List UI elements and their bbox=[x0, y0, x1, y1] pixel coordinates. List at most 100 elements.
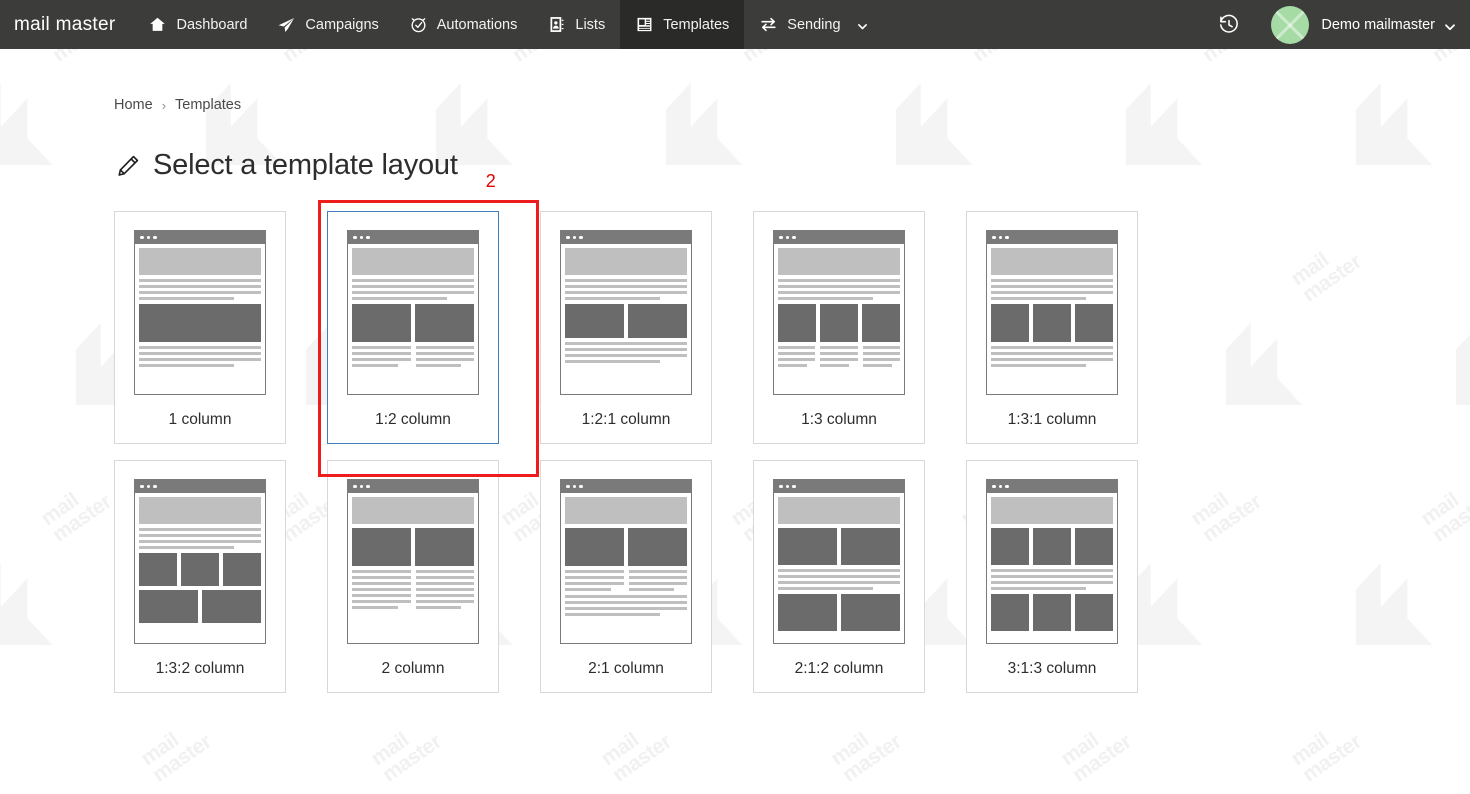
nav-item-label: Templates bbox=[663, 16, 730, 33]
mock-text-line bbox=[991, 297, 1087, 300]
nav-item-templates[interactable]: Templates bbox=[620, 0, 745, 49]
template-card-label: 3:1:3 column bbox=[1007, 660, 1097, 677]
watermark-tile: mail master bbox=[290, 709, 520, 794]
mock-image-box bbox=[1075, 304, 1113, 342]
mock-spacer bbox=[139, 371, 261, 388]
mock-text-line bbox=[352, 570, 411, 573]
template-card-1-2-column[interactable]: 1:2 column bbox=[327, 211, 499, 444]
watermark-text: mail master bbox=[497, 49, 576, 67]
nav-item-automations[interactable]: Automations bbox=[394, 0, 533, 49]
template-card-label: 2 column bbox=[381, 660, 445, 677]
mock-text-line bbox=[139, 534, 261, 537]
mock-text-line bbox=[565, 348, 687, 351]
mock-text-line bbox=[778, 364, 808, 367]
breadcrumb-home[interactable]: Home bbox=[114, 97, 153, 113]
mock-image-box bbox=[841, 594, 900, 631]
template-card-1-column[interactable]: 1 column bbox=[114, 211, 286, 444]
mock-spacer bbox=[352, 371, 474, 388]
template-preview-mock bbox=[986, 479, 1118, 644]
template-card-1-2-1-column[interactable]: 1:2:1 column bbox=[540, 211, 712, 444]
mock-text-line bbox=[991, 364, 1087, 367]
annotation-marker: 2 bbox=[485, 171, 496, 191]
mock-text-lines bbox=[820, 346, 858, 367]
window-dot-icon bbox=[146, 235, 150, 240]
window-dot-icon bbox=[579, 484, 583, 489]
mock-text-line bbox=[862, 352, 900, 355]
template-card-label: 1:2 column bbox=[375, 411, 451, 428]
mock-image-box bbox=[778, 594, 837, 631]
nav-item-lists[interactable]: Lists bbox=[532, 0, 620, 49]
template-card-slot: 2 column bbox=[327, 460, 540, 709]
window-dot-icon bbox=[566, 235, 570, 240]
mock-text-line bbox=[565, 576, 624, 579]
template-icon bbox=[635, 15, 654, 34]
mock-banner bbox=[565, 248, 687, 275]
watermark-tile: mail master bbox=[0, 709, 60, 794]
mock-text-line bbox=[991, 352, 1113, 355]
window-dot-icon bbox=[566, 484, 570, 489]
mock-banner bbox=[352, 248, 474, 275]
mock-image-box bbox=[991, 304, 1029, 342]
brand-logo[interactable]: mail master bbox=[0, 0, 133, 49]
mock-text-line bbox=[565, 613, 661, 616]
mock-text-line bbox=[565, 595, 687, 598]
template-card-slot: 2:1 column bbox=[540, 460, 753, 709]
avatar[interactable] bbox=[1271, 5, 1310, 44]
mock-box-row bbox=[991, 528, 1113, 565]
template-card-1-3-1-column[interactable]: 1:3:1 column bbox=[966, 211, 1138, 444]
template-card-1-3-column[interactable]: 1:3 column bbox=[753, 211, 925, 444]
mock-text-column-row bbox=[778, 346, 900, 367]
mock-text-line bbox=[415, 606, 462, 609]
mock-image-box bbox=[1033, 528, 1071, 565]
mock-text-lines bbox=[778, 279, 900, 300]
mock-image-box bbox=[991, 528, 1029, 565]
user-name: Demo mailmaster bbox=[1321, 16, 1435, 33]
mock-text-line bbox=[820, 352, 858, 355]
mock-text-line bbox=[628, 588, 675, 591]
nav-item-dashboard[interactable]: Dashboard bbox=[133, 0, 262, 49]
watermark-text: mail master bbox=[596, 728, 676, 787]
watermark-text: mail master bbox=[1417, 49, 1470, 67]
mock-text-line bbox=[991, 587, 1087, 590]
mock-image-box bbox=[778, 304, 816, 342]
watermark-tile: mail master bbox=[1440, 709, 1470, 794]
mock-text-column-row bbox=[565, 570, 687, 591]
template-preview-mock bbox=[347, 479, 479, 644]
breadcrumb-templates[interactable]: Templates bbox=[175, 97, 241, 113]
mock-spacer bbox=[139, 627, 261, 637]
home-icon bbox=[148, 15, 167, 34]
mock-image-box bbox=[223, 553, 261, 586]
mock-window-titlebar bbox=[348, 231, 478, 244]
mock-banner bbox=[991, 248, 1113, 275]
mock-text-line bbox=[352, 346, 411, 349]
mock-text-line bbox=[139, 528, 261, 531]
mock-box-row bbox=[565, 528, 687, 566]
nav-item-campaigns[interactable]: Campaigns bbox=[262, 0, 393, 49]
page-title-row: Select a template layout 2 bbox=[114, 149, 1470, 191]
mock-image-box bbox=[565, 304, 624, 338]
nav-item-sending[interactable]: Sending bbox=[744, 0, 880, 49]
mock-image-box bbox=[820, 304, 858, 342]
mock-window-titlebar bbox=[561, 480, 691, 493]
chevron-down-icon[interactable] bbox=[1444, 20, 1455, 30]
template-card-2-1-2-column[interactable]: 2:1:2 column bbox=[753, 460, 925, 693]
mock-banner bbox=[139, 248, 261, 275]
chevron-down-icon[interactable] bbox=[857, 20, 867, 30]
history-clock-icon[interactable] bbox=[1209, 0, 1249, 49]
window-dot-icon bbox=[1005, 484, 1009, 489]
template-preview-mock bbox=[773, 479, 905, 644]
mock-box-row bbox=[778, 304, 900, 342]
template-card-slot: 1:3:1 column bbox=[966, 211, 1179, 460]
template-card-2-column[interactable]: 2 column bbox=[327, 460, 499, 693]
mock-text-line bbox=[415, 358, 474, 361]
mock-text-line bbox=[139, 291, 261, 294]
mock-text-line bbox=[862, 358, 900, 361]
window-dot-icon bbox=[572, 235, 576, 240]
template-card-3-1-3-column[interactable]: 3:1:3 column bbox=[966, 460, 1138, 693]
mock-text-line bbox=[862, 346, 900, 349]
template-card-2-1-column[interactable]: 2:1 column bbox=[540, 460, 712, 693]
window-dot-icon bbox=[140, 235, 144, 240]
template-card-1-3-2-column[interactable]: 1:3:2 column bbox=[114, 460, 286, 693]
nav-item-label: Campaigns bbox=[305, 16, 379, 33]
mock-image-box bbox=[139, 590, 198, 623]
